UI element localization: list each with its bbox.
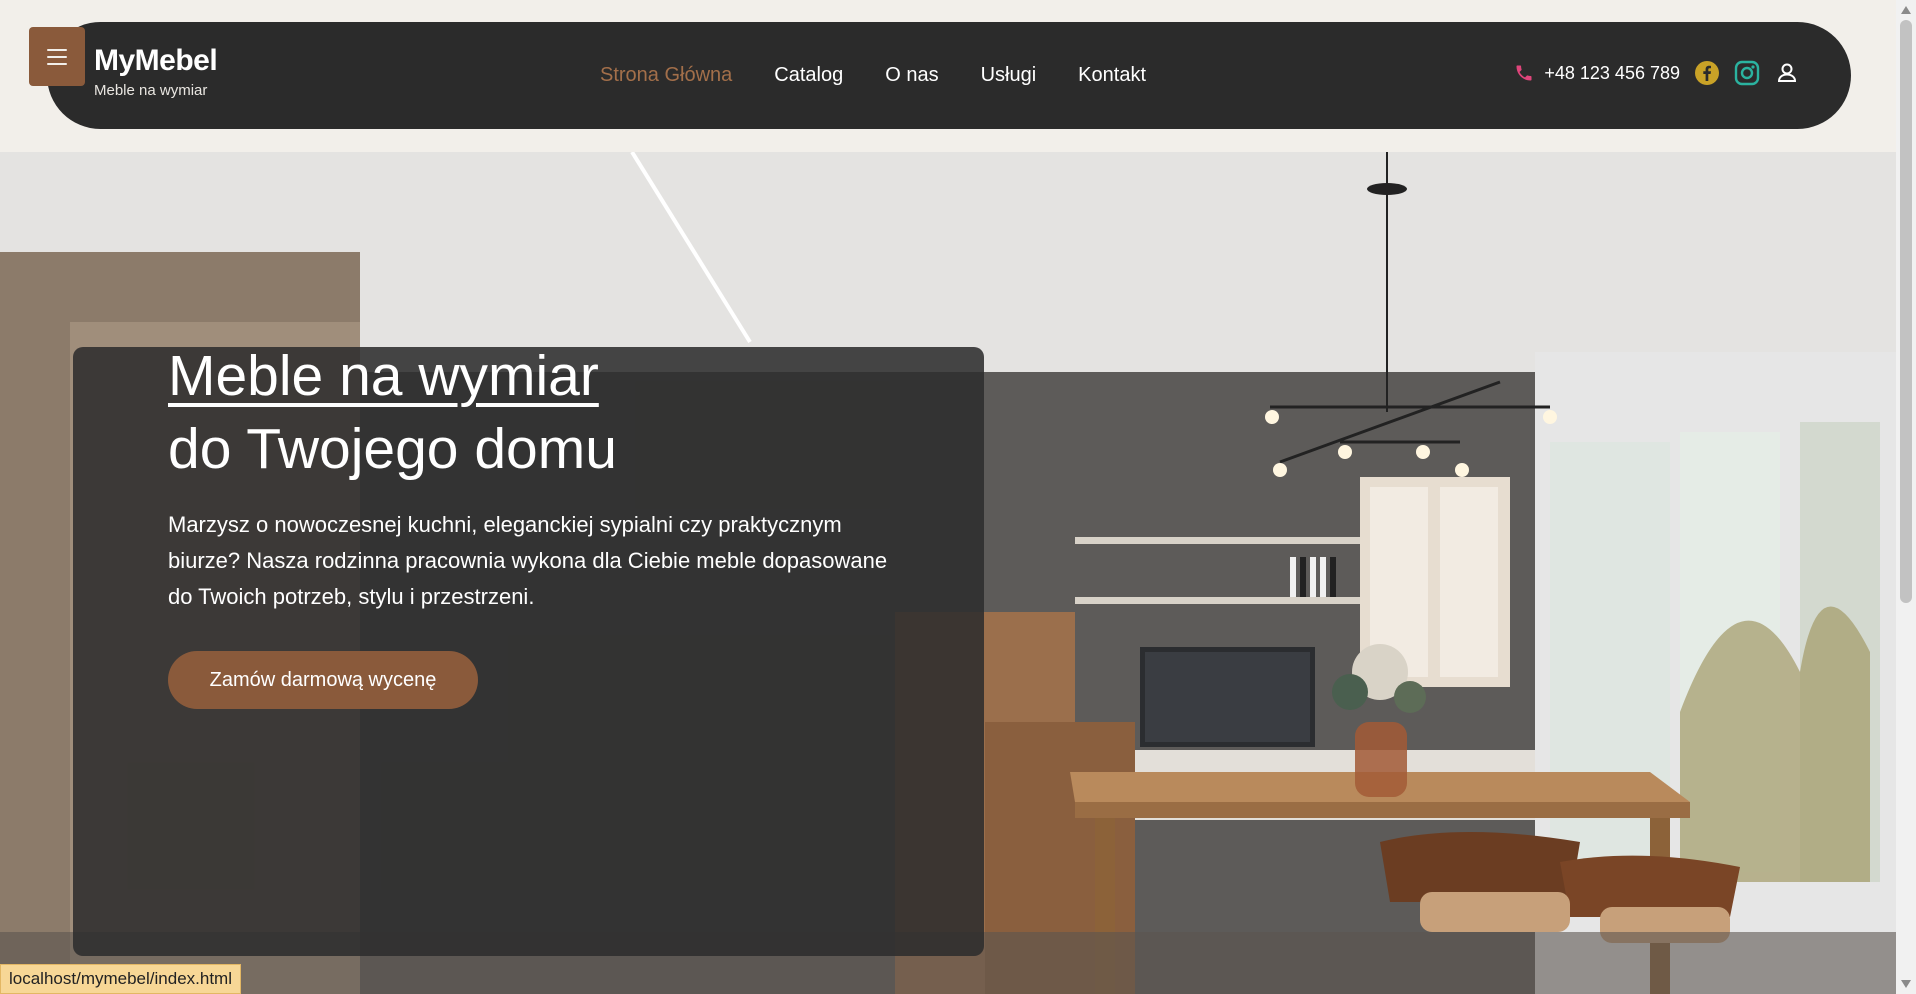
phone-number: +48 123 456 789 — [1544, 62, 1680, 83]
hero-title-line1[interactable]: Meble na wymiar — [168, 340, 617, 413]
order-quote-button[interactable]: Zamów darmową wycenę — [168, 651, 478, 709]
phone-icon — [1516, 65, 1532, 81]
hamburger-menu-icon — [47, 48, 67, 65]
nav-item-services[interactable]: Usługi — [981, 64, 1037, 87]
facebook-icon[interactable] — [1694, 60, 1720, 86]
nav-item-contact[interactable]: Kontakt — [1078, 64, 1146, 87]
user-icon[interactable] — [1774, 60, 1800, 86]
hero-title-line2: do Twojego domu — [168, 417, 617, 481]
instagram-icon[interactable] — [1734, 60, 1760, 86]
scroll-down-arrow-icon[interactable] — [1901, 980, 1911, 988]
scrollbar-thumb[interactable] — [1900, 20, 1912, 603]
nav-item-about[interactable]: O nas — [885, 64, 938, 87]
menu-toggle-button[interactable] — [29, 27, 85, 86]
brand-subtitle: Meble na wymiar — [94, 82, 208, 99]
header-contact: +48 123 456 789 — [1514, 60, 1800, 86]
page-scrollbar[interactable] — [1896, 0, 1916, 994]
hero-description: Marzysz o nowoczesnej kuchni, eleganckie… — [168, 512, 888, 609]
nav-item-catalog[interactable]: Catalog — [774, 64, 843, 87]
nav-item-home[interactable]: Strona Główna — [600, 64, 732, 87]
hero-title: Meble na wymiar do Twojego domu — [168, 340, 617, 486]
main-nav: Strona Główna Catalog O nas Usługi Konta… — [600, 64, 1146, 87]
status-bar-url: localhost/mymebel/index.html — [0, 964, 241, 994]
brand[interactable]: MyMebel Meble na wymiar — [94, 44, 218, 99]
brand-title: MyMebel — [94, 44, 218, 77]
phone-link[interactable]: +48 123 456 789 — [1514, 63, 1680, 84]
scroll-up-arrow-icon[interactable] — [1901, 6, 1911, 14]
